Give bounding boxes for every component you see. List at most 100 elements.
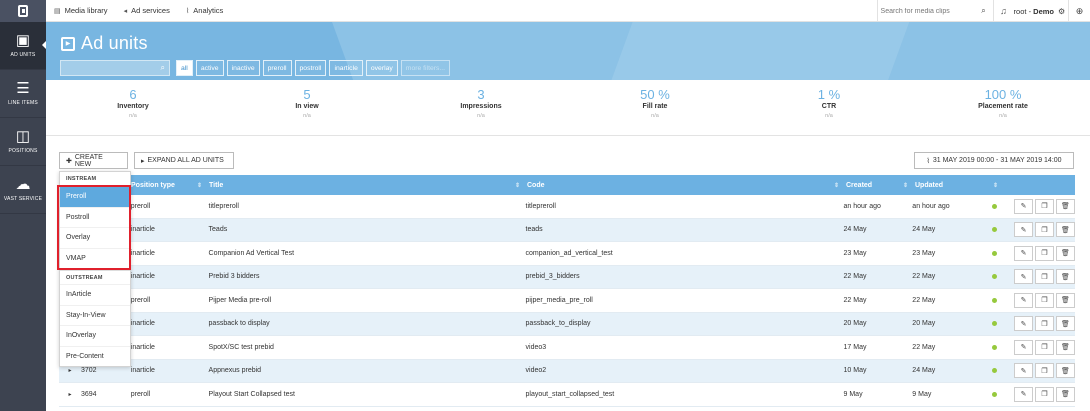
row-updated: 22 May (912, 296, 936, 304)
table-row[interactable]: ▸ 3702 inarticle Appnexus prebid video2 10 Ma… (59, 359, 1075, 383)
user-menu[interactable]: root - Demo (1014, 7, 1058, 16)
copy-icon[interactable]: ❐ (1035, 363, 1054, 379)
sort-icon: ⇕ (993, 182, 999, 189)
stat-value: 6 (129, 87, 137, 102)
edit-icon[interactable]: ✎ (1014, 269, 1033, 285)
stat-value: 3 (477, 87, 485, 102)
table-row[interactable]: ▸inarticleCompanion Ad Vertical Testcomp… (59, 242, 1075, 266)
column-updated[interactable]: ⇕ Updated (903, 175, 987, 195)
stat-fill-rate: 50 % Fill rate n/a (568, 80, 742, 135)
stat-in-view: 5 In view n/a (220, 80, 394, 135)
dropdown-item-stay-in-view[interactable]: Stay-In-View (60, 304, 130, 326)
gear-icon[interactable]: ⚙ (1058, 7, 1068, 16)
app-logo[interactable] (0, 0, 46, 22)
stat-sub: n/a (999, 113, 1007, 119)
row-created: 22 May (843, 296, 867, 304)
row-position-type: inarticle (130, 226, 155, 234)
table-row[interactable]: ▸ 3694 preroll Playout Start Collapsed test… (59, 383, 1075, 407)
table-row[interactable]: ▸inarticlepassback to displaypassback_to… (59, 312, 1075, 336)
row-title: Prebid 3 bidders (208, 273, 260, 281)
edit-icon[interactable]: ✎ (1014, 363, 1033, 379)
stat-value: 1 % (817, 87, 841, 102)
copy-icon[interactable]: ❐ (1035, 245, 1054, 261)
row-updated: 22 May (912, 273, 936, 281)
filter-search-input[interactable]: ⌕ (60, 60, 170, 76)
trash-icon[interactable]: 🗑 (1056, 198, 1075, 214)
table-row[interactable]: ▸inarticleSpotX/SC test prebidvideo317 M… (59, 336, 1075, 360)
row-created: 22 May (843, 273, 867, 281)
search-icon[interactable]: ⌕ (976, 6, 992, 16)
filter-inarticle[interactable]: inarticle (329, 60, 363, 76)
dropdown-item-vmap[interactable]: VMAP (60, 247, 130, 269)
edit-icon[interactable]: ✎ (1014, 198, 1033, 214)
expand-all-button[interactable]: ▸ EXPAND ALL AD UNITS (134, 152, 234, 169)
edit-icon[interactable]: ✎ (1014, 339, 1033, 355)
dropdown-item-preroll[interactable]: Preroll (60, 186, 130, 207)
stat-ctr: 1 % CTR n/a (742, 80, 916, 135)
edit-icon[interactable]: ✎ (1014, 222, 1033, 238)
dropdown-item-inarticle[interactable]: InArticle (60, 284, 130, 305)
media-search-input[interactable] (880, 7, 976, 15)
table-row[interactable]: ▸prerollPijper Media pre-rollpijper_medi… (59, 289, 1075, 313)
create-new-button[interactable]: ✚ CREATE NEW (59, 152, 128, 169)
filter-all[interactable]: all (176, 60, 193, 76)
trash-icon[interactable]: 🗑 (1056, 245, 1075, 261)
expand-row-icon[interactable]: ▸ (59, 367, 81, 374)
column-code[interactable]: ⇕ Code (515, 175, 846, 195)
caret-right-icon: ▸ (141, 157, 145, 165)
filter-active[interactable]: active (195, 60, 224, 76)
table-row[interactable]: ▸inarticleTeadsteads24 May24 May✎❐🗑 (59, 218, 1075, 242)
filter-inactive[interactable]: inactive (226, 60, 260, 76)
trash-icon[interactable]: 🗑 (1056, 269, 1075, 285)
tab-analytics[interactable]: ⌇ Analytics (178, 0, 231, 22)
dropdown-item-pre-content[interactable]: Pre-Content (60, 345, 130, 367)
filter-preroll[interactable]: preroll (262, 60, 292, 76)
date-range-button[interactable]: ⌇ 31 MAY 2019 00:00 - 31 MAY 2019 14:00 (914, 152, 1074, 169)
row-code: video2 (525, 367, 547, 375)
stat-value: 100 % (984, 87, 1022, 102)
sidebar-item-line-items[interactable]: ☰ LINE ITEMS (0, 70, 46, 118)
trash-icon[interactable]: 🗑 (1056, 339, 1075, 355)
sort-icon: ⇕ (834, 182, 840, 189)
table-row[interactable]: ▸inarticlePrebid 3 biddersprebid_3_bidde… (59, 265, 1075, 289)
filter-overlay[interactable]: overlay (365, 60, 398, 76)
globe-icon[interactable]: ⊕ (1068, 0, 1090, 22)
edit-icon[interactable]: ✎ (1014, 316, 1033, 332)
row-updated: 20 May (912, 320, 936, 328)
expand-row-icon[interactable]: ▸ (59, 391, 81, 398)
more-filters-button[interactable]: more filters... (400, 60, 451, 76)
trash-icon[interactable]: 🗑 (1056, 363, 1075, 379)
row-position-type: inarticle (130, 273, 155, 281)
column-title[interactable]: ⇕ Title (197, 175, 527, 195)
filter-postroll[interactable]: postroll (294, 60, 327, 76)
copy-icon[interactable]: ❐ (1035, 222, 1054, 238)
bell-icon[interactable]: ♫ (994, 6, 1014, 16)
copy-icon[interactable]: ❐ (1035, 269, 1054, 285)
dropdown-item-inoverlay[interactable]: InOverlay (60, 325, 130, 346)
play-square-icon: ▶ (61, 36, 75, 51)
edit-icon[interactable]: ✎ (1014, 386, 1033, 402)
dropdown-item-overlay[interactable]: Overlay (60, 227, 130, 248)
edit-icon[interactable]: ✎ (1014, 245, 1033, 261)
date-range-label: 31 MAY 2019 00:00 - 31 MAY 2019 14:00 (932, 157, 1062, 164)
copy-icon[interactable]: ❐ (1035, 339, 1054, 355)
tab-media-library[interactable]: ▤ Media library (46, 0, 116, 22)
trash-icon[interactable]: 🗑 (1056, 386, 1075, 402)
copy-icon[interactable]: ❐ (1035, 292, 1054, 308)
dropdown-item-postroll[interactable]: Postroll (60, 206, 130, 228)
create-new-label: CREATE NEW (74, 153, 103, 168)
trash-icon[interactable]: 🗑 (1056, 292, 1075, 308)
sidebar-item-vast-service[interactable]: ☁ VAST SERVICE (0, 166, 46, 214)
copy-icon[interactable]: ❐ (1035, 198, 1054, 214)
trash-icon[interactable]: 🗑 (1056, 316, 1075, 332)
copy-icon[interactable]: ❐ (1035, 316, 1054, 332)
column-status[interactable]: ⇕ (987, 175, 1007, 195)
sidebar-item-ad-units[interactable]: ▣ AD UNITS (0, 22, 47, 70)
edit-icon[interactable]: ✎ (1014, 292, 1033, 308)
table-row[interactable]: ▸prerolltitleprerolltitleprerollan hour … (59, 195, 1075, 219)
copy-icon[interactable]: ❐ (1035, 386, 1054, 402)
trash-icon[interactable]: 🗑 (1056, 222, 1075, 238)
sidebar-item-label: POSITIONS (8, 148, 38, 154)
sidebar-item-positions[interactable]: ◫ POSITIONS (0, 118, 46, 166)
tab-ad-services[interactable]: ◂ Ad services (116, 0, 178, 22)
